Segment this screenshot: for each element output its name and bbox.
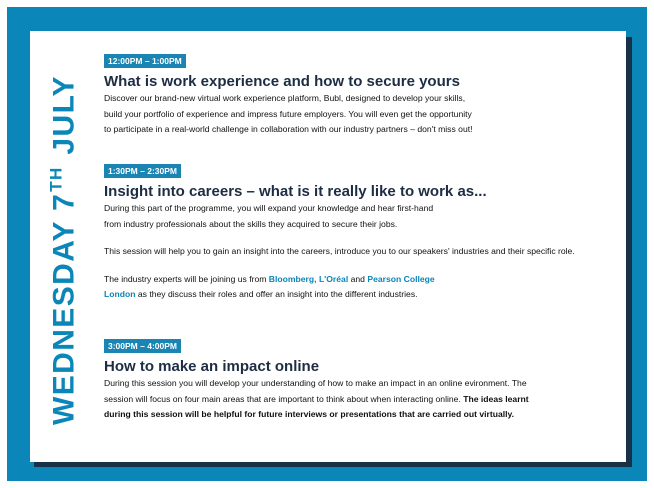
session-title: Insight into careers – what is it really… (104, 183, 487, 200)
session-time: 1:30PM – 2:30PM (104, 164, 181, 178)
session-description-line: during this session will be helpful for … (104, 409, 515, 420)
session-description-line: During this session you will develop you… (104, 378, 527, 388)
partners-line: The industry experts will be joining us … (104, 272, 619, 288)
partners-text: as they discuss their roles and offer an… (135, 289, 418, 300)
day-banner: WEDNESDAY 7TH JULY (42, 45, 86, 455)
partner-pearson-college: Pearson College (367, 273, 435, 284)
session-description-line: from industry professionals about the sk… (104, 218, 398, 229)
session-description-line: to participate in a real-world challenge… (104, 124, 473, 135)
schedule-card: WEDNESDAY 7TH JULY 12:00PM – 1:00PM What… (30, 31, 626, 462)
day-heading-suffix: TH (46, 166, 66, 192)
session-time: 12:00PM – 1:00PM (104, 54, 186, 68)
session-3: 3:00PM – 4:00PM How to make an impact on… (104, 336, 619, 423)
partners-text: The industry experts will be joining us … (104, 273, 269, 284)
session-description-line: Discover our brand-new virtual work expe… (104, 93, 466, 103)
session-time: 3:00PM – 4:00PM (104, 339, 181, 353)
session-description-emphasis: The ideas learnt (463, 393, 529, 404)
partners-text: and (348, 273, 368, 284)
session-title: What is work experience and how to secur… (104, 73, 460, 90)
day-heading-month: JULY (47, 75, 81, 155)
partners-line: London as they discuss their roles and o… (104, 287, 619, 303)
partner-loreal: L'Oréal (318, 273, 349, 284)
session-description-line: During this part of the programme, you w… (104, 203, 434, 213)
partner-bloomberg: Bloomberg (268, 273, 315, 284)
session-1: 12:00PM – 1:00PM What is work experience… (104, 51, 619, 138)
day-heading: WEDNESDAY 7TH JULY (47, 75, 82, 425)
session-title: How to make an impact online (104, 358, 320, 375)
partner-pearson-london: London (104, 289, 136, 300)
session-description-text: session will focus on four main areas th… (104, 393, 464, 404)
day-heading-prefix: WEDNESDAY 7 (47, 192, 81, 425)
session-description-line: This session will help you to gain an in… (104, 246, 575, 257)
session-2: 1:30PM – 2:30PM Insight into careers – w… (104, 161, 619, 303)
session-description-line: session will focus on four main areas th… (104, 392, 619, 408)
session-description-line: build your portfolio of experience and i… (104, 108, 472, 119)
